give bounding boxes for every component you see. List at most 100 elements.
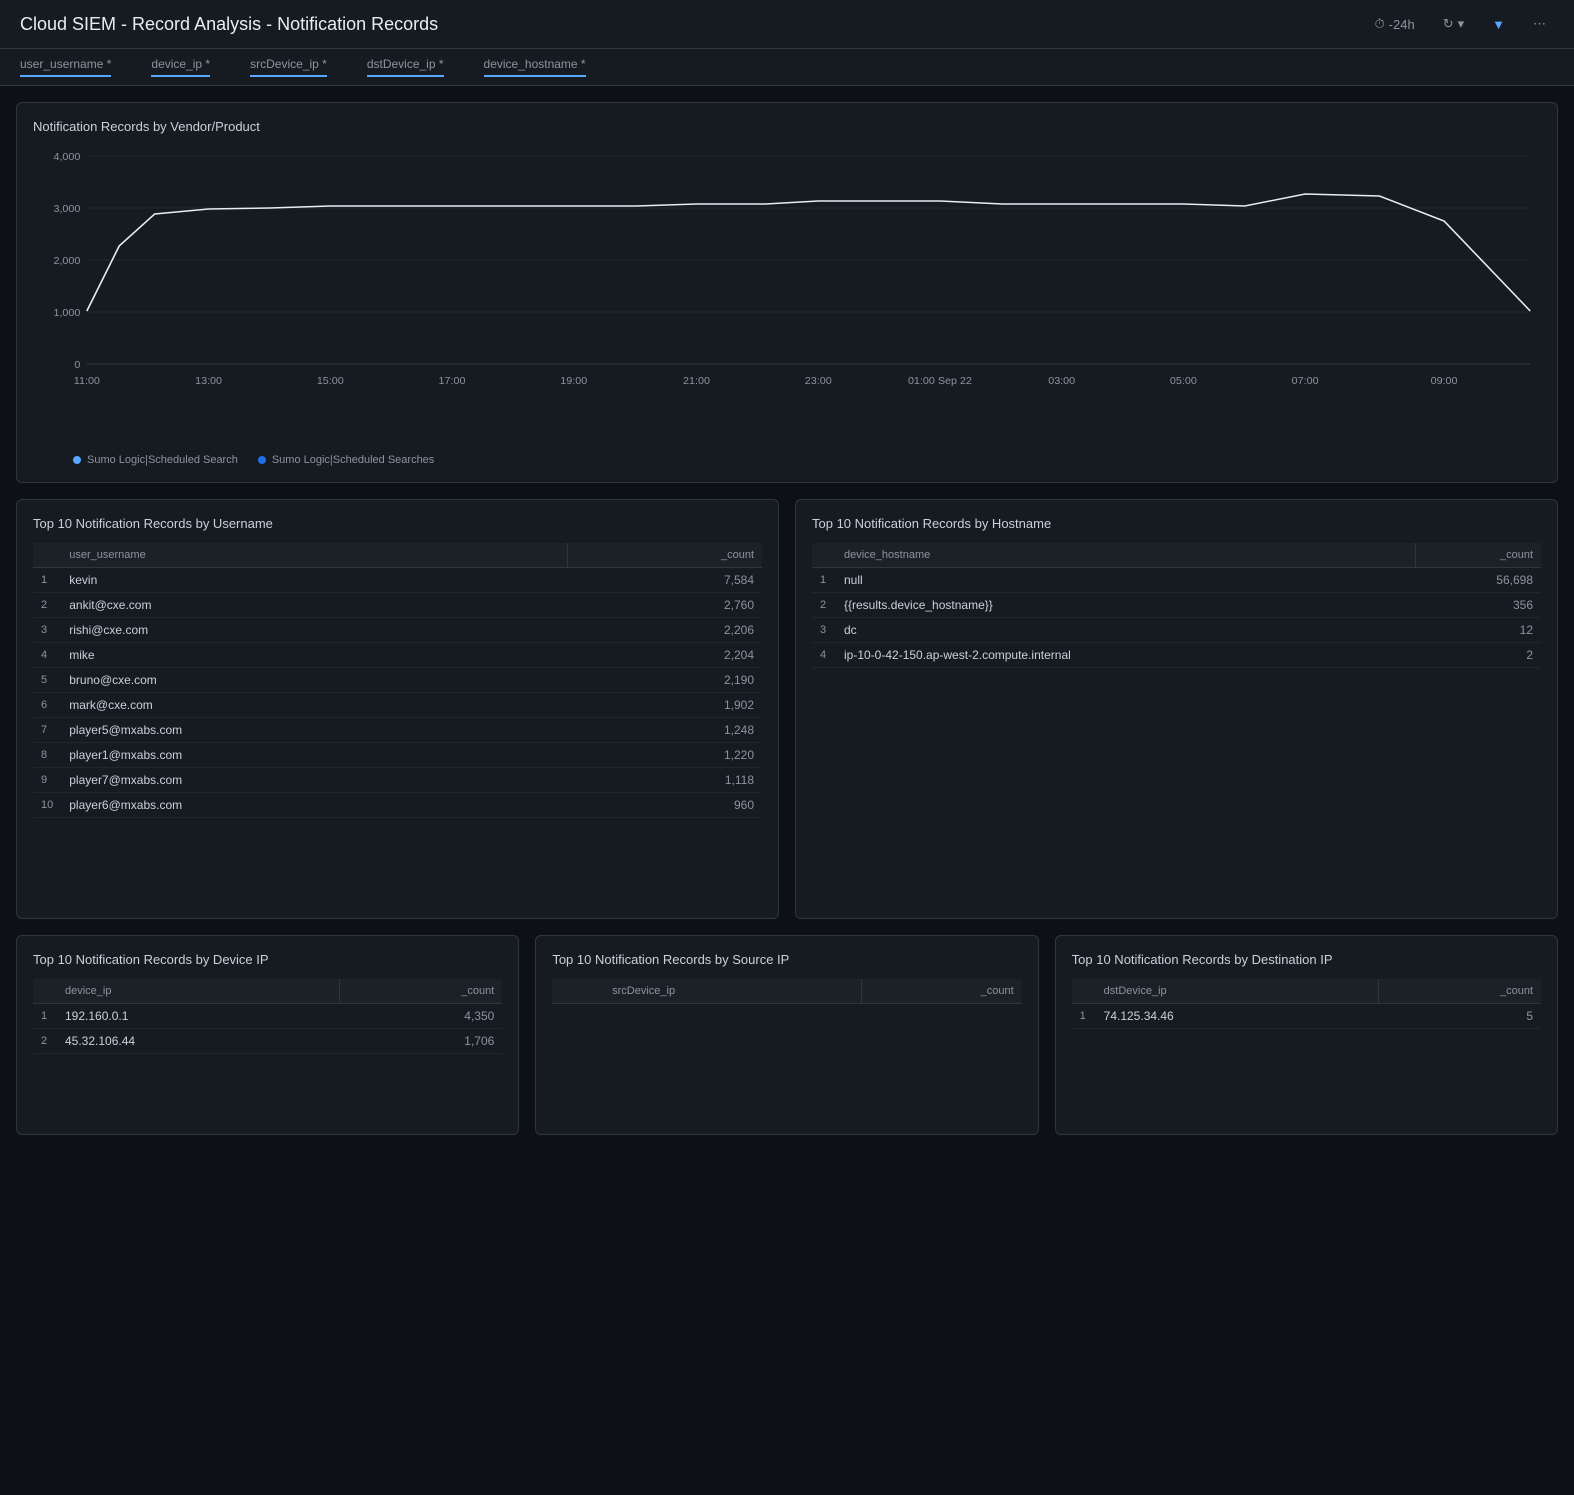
row-rank: 5: [33, 668, 61, 693]
col-rank-deviceip: [33, 979, 57, 1004]
table-row: 2 {{results.device_hostname}} 356: [812, 593, 1541, 618]
refresh-icon: ↻: [1443, 16, 1454, 32]
top-hostname-table: device_hostname _count 1 null 56,698 2 {…: [812, 543, 1541, 668]
row-count: 1,248: [567, 718, 762, 743]
table-row: 7 player5@mxabs.com 1,248: [33, 718, 762, 743]
three-col-row: Top 10 Notification Records by Device IP…: [16, 935, 1558, 1135]
svg-text:2,000: 2,000: [53, 256, 80, 267]
chart-title: Notification Records by Vendor/Product: [33, 119, 1541, 134]
table-row: 3 dc 12: [812, 618, 1541, 643]
top-hostname-title: Top 10 Notification Records by Hostname: [812, 516, 1541, 531]
legend-item-2: Sumo Logic|Scheduled Searches: [258, 454, 434, 466]
header-controls: ⏱ -24h ↻ ▾ ▼ ⋯: [1367, 12, 1554, 36]
row-rank: 2: [33, 1029, 57, 1054]
row-rank: 7: [33, 718, 61, 743]
time-range-control[interactable]: ⏱ -24h: [1367, 12, 1423, 36]
col-deviceip: device_ip: [57, 979, 340, 1004]
svg-text:17:00: 17:00: [439, 376, 466, 387]
col-count-destip: _count: [1378, 979, 1541, 1004]
field-device-ip[interactable]: device_ip *: [151, 57, 210, 77]
legend-label-1: Sumo Logic|Scheduled Search: [87, 454, 238, 466]
field-user-username[interactable]: user_username *: [20, 57, 111, 77]
col-hostname: device_hostname: [836, 543, 1415, 568]
clock-icon: ⏱: [1375, 16, 1385, 32]
row-count: 56,698: [1415, 568, 1541, 593]
row-count: 2,206: [567, 618, 762, 643]
row-count: 4,350: [340, 1004, 503, 1029]
row-rank: 1: [33, 568, 61, 593]
page-title: Cloud SIEM - Record Analysis - Notificat…: [20, 14, 438, 35]
table-row: 1 74.125.34.46 5: [1072, 1004, 1541, 1029]
refresh-dropdown-icon: ▾: [1458, 16, 1465, 32]
legend-label-2: Sumo Logic|Scheduled Searches: [272, 454, 434, 466]
top-destip-panel: Top 10 Notification Records by Destinati…: [1055, 935, 1558, 1135]
row-count: 1,902: [567, 693, 762, 718]
svg-text:15:00: 15:00: [317, 376, 344, 387]
table-row: 4 mike 2,204: [33, 643, 762, 668]
row-count: 2: [1415, 643, 1541, 668]
col-destip: dstDevice_ip: [1096, 979, 1379, 1004]
row-rank: 3: [33, 618, 61, 643]
row-name: player7@mxabs.com: [61, 768, 567, 793]
field-device-hostname[interactable]: device_hostname *: [484, 57, 586, 77]
top-hostname-panel: Top 10 Notification Records by Hostname …: [795, 499, 1558, 919]
svg-text:01:00 Sep 22: 01:00 Sep 22: [908, 376, 972, 387]
more-dots-icon: ⋯: [1533, 16, 1546, 32]
col-rank-destip: [1072, 979, 1096, 1004]
top-username-panel: Top 10 Notification Records by Username …: [16, 499, 779, 919]
time-range-label: -24h: [1389, 17, 1415, 32]
field-dst-device-ip[interactable]: dstDevice_ip *: [367, 57, 444, 77]
table-row: 8 player1@mxabs.com 1,220: [33, 743, 762, 768]
col-username: user_username: [61, 543, 567, 568]
field-src-device-ip[interactable]: srcDevice_ip *: [250, 57, 327, 77]
row-count: 1,220: [567, 743, 762, 768]
row-rank: 2: [812, 593, 836, 618]
col-rank-hostname: [812, 543, 836, 568]
row-name: ip-10-0-42-150.ap-west-2.compute.interna…: [836, 643, 1415, 668]
svg-text:1,000: 1,000: [53, 308, 80, 319]
row-rank: 1: [812, 568, 836, 593]
row-count: 960: [567, 793, 762, 818]
table-row: 2 45.32.106.44 1,706: [33, 1029, 502, 1054]
refresh-control[interactable]: ↻ ▾: [1435, 12, 1472, 36]
table-row: 1 192.160.0.1 4,350: [33, 1004, 502, 1029]
top-deviceip-panel: Top 10 Notification Records by Device IP…: [16, 935, 519, 1135]
row-rank: 1: [33, 1004, 57, 1029]
table-row: 9 player7@mxabs.com 1,118: [33, 768, 762, 793]
svg-text:07:00: 07:00: [1292, 376, 1319, 387]
table-row: 2 ankit@cxe.com 2,760: [33, 593, 762, 618]
svg-text:21:00: 21:00: [683, 376, 710, 387]
row-name: {{results.device_hostname}}: [836, 593, 1415, 618]
svg-text:23:00: 23:00: [805, 376, 832, 387]
legend-dot-1: [73, 456, 81, 464]
row-rank: 8: [33, 743, 61, 768]
svg-text:13:00: 13:00: [195, 376, 222, 387]
row-count: 1,706: [340, 1029, 503, 1054]
row-rank: 1: [1072, 1004, 1096, 1029]
col-count-hostname: _count: [1415, 543, 1541, 568]
row-name: 45.32.106.44: [57, 1029, 340, 1054]
top-deviceip-table: device_ip _count 1 192.160.0.1 4,350 2 4…: [33, 979, 502, 1054]
row-count: 2,760: [567, 593, 762, 618]
filter-button[interactable]: ▼: [1484, 13, 1513, 36]
top-username-title: Top 10 Notification Records by Username: [33, 516, 762, 531]
svg-text:05:00: 05:00: [1170, 376, 1197, 387]
row-name: rishi@cxe.com: [61, 618, 567, 643]
chart-line-primary: [87, 194, 1530, 311]
vendor-product-chart-panel: Notification Records by Vendor/Product 4…: [16, 102, 1558, 483]
col-sourceip: srcDevice_ip: [604, 979, 861, 1004]
svg-text:3,000: 3,000: [53, 204, 80, 215]
row-name: dc: [836, 618, 1415, 643]
row-rank: 3: [812, 618, 836, 643]
table-row: 1 kevin 7,584: [33, 568, 762, 593]
row-name: player6@mxabs.com: [61, 793, 567, 818]
svg-text:03:00: 03:00: [1048, 376, 1075, 387]
row-rank: 6: [33, 693, 61, 718]
filter-icon: ▼: [1492, 17, 1505, 32]
row-name: bruno@cxe.com: [61, 668, 567, 693]
col-count-sourceip: _count: [861, 979, 1021, 1004]
chart-area: 4,000 3,000 2,000 1,000 0 11:00 13:00 15…: [33, 146, 1541, 446]
top-sourceip-panel: Top 10 Notification Records by Source IP…: [535, 935, 1038, 1135]
more-button[interactable]: ⋯: [1525, 12, 1554, 36]
row-rank: 4: [812, 643, 836, 668]
